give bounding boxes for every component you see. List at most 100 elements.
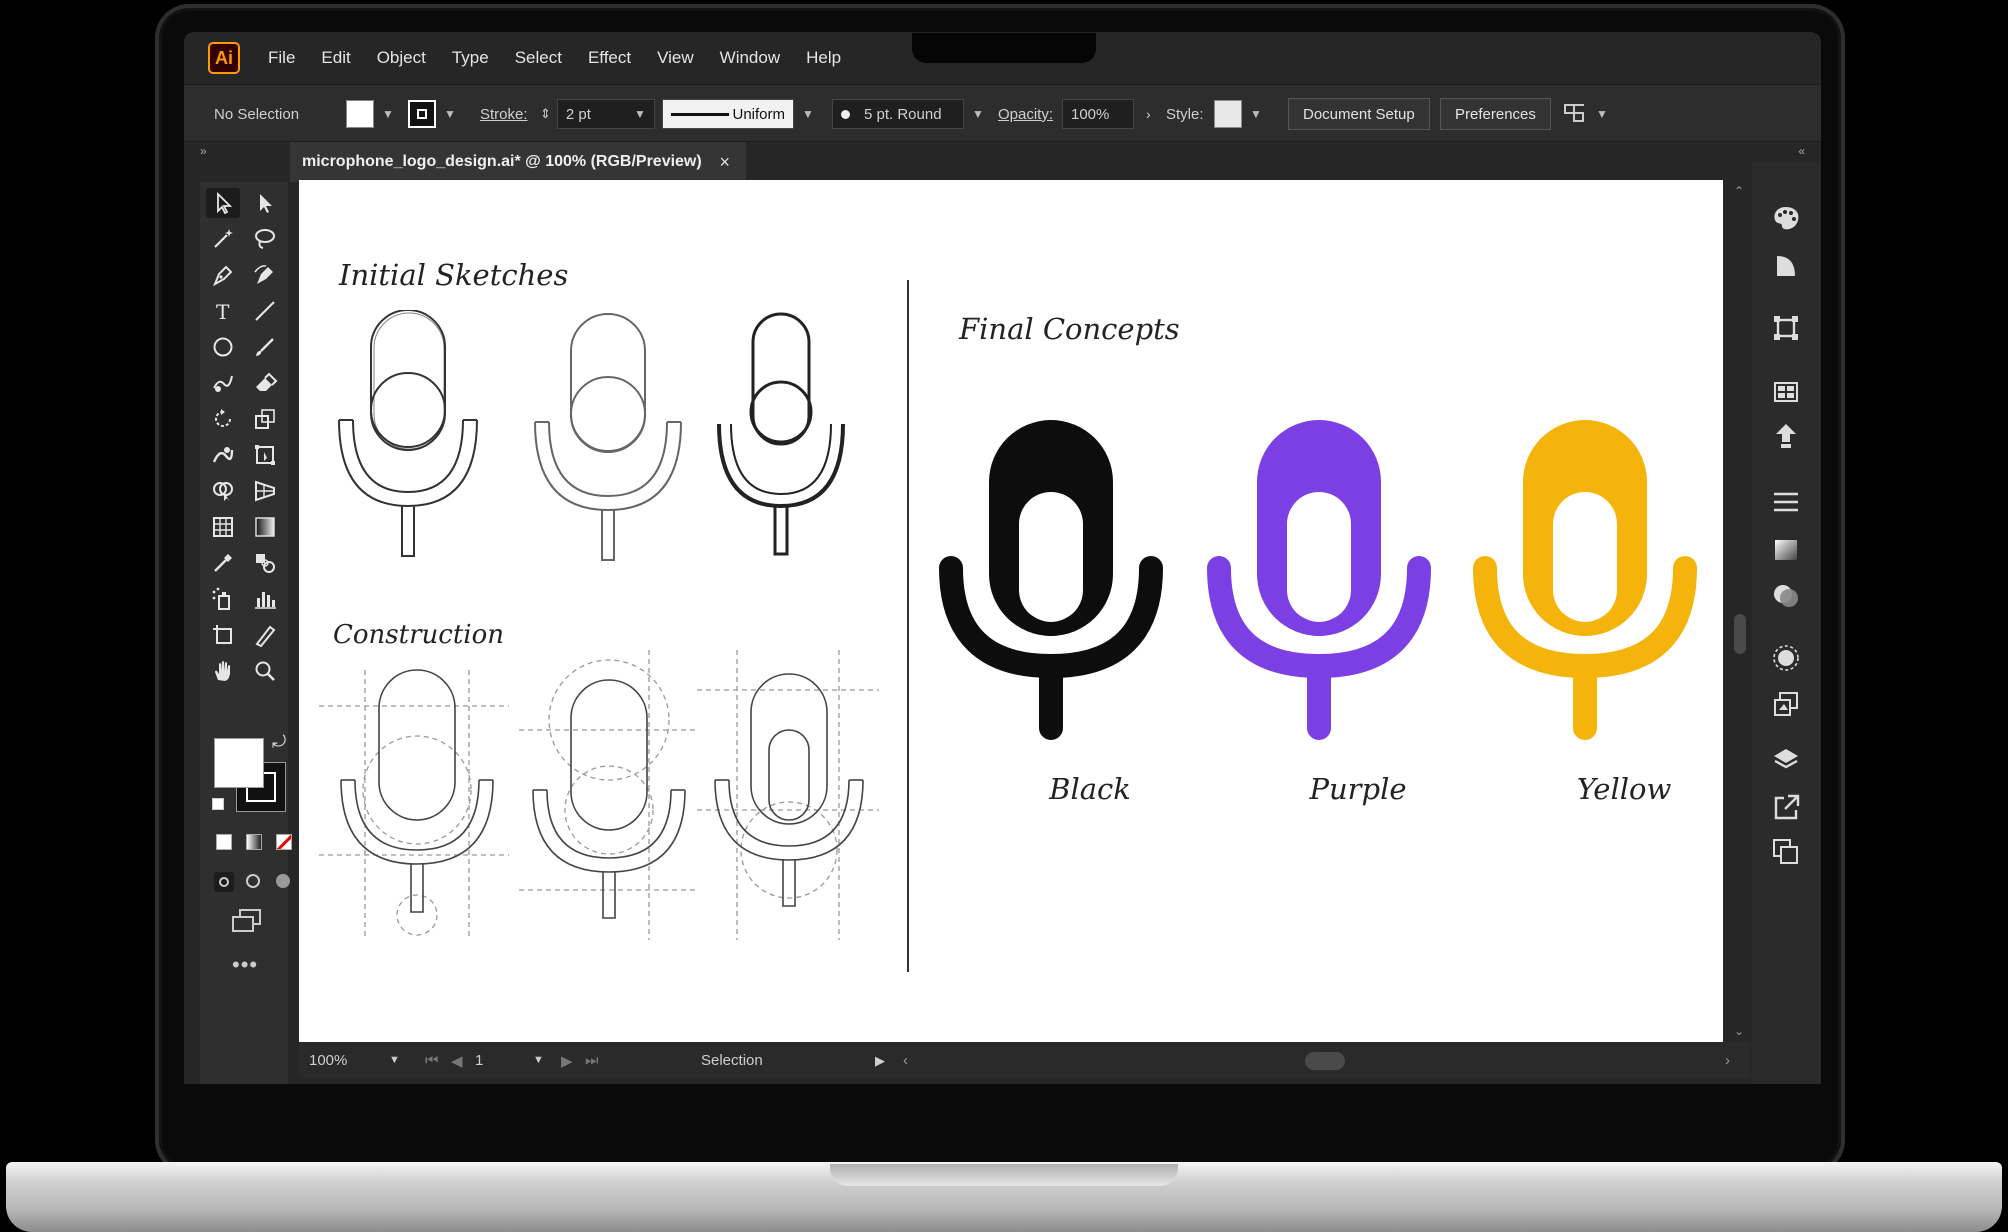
previous-artboard-icon[interactable]: ◀ — [451, 1052, 463, 1070]
menu-file[interactable]: File — [268, 48, 295, 68]
scroll-right-icon[interactable]: › — [1725, 1052, 1730, 1069]
chevron-down-icon[interactable]: ▼ — [802, 107, 814, 121]
default-colors-icon[interactable] — [212, 798, 224, 810]
draw-inside-icon[interactable] — [276, 874, 290, 888]
color-mode-icon[interactable] — [216, 834, 232, 850]
menu-type[interactable]: Type — [452, 48, 489, 68]
opacity-label[interactable]: Opacity: — [998, 99, 1053, 129]
stroke-profile-field[interactable]: Uniform — [662, 99, 794, 129]
mesh-tool-icon[interactable] — [206, 512, 240, 542]
export-icon[interactable] — [1770, 792, 1802, 824]
symbols-icon[interactable] — [1770, 420, 1802, 452]
menu-effect[interactable]: Effect — [588, 48, 631, 68]
column-graph-icon[interactable] — [248, 584, 282, 614]
vertical-scrollbar[interactable]: ⌃ ⌄ — [1729, 180, 1751, 1042]
menu-object[interactable]: Object — [377, 48, 426, 68]
shaper-tool-icon[interactable] — [206, 368, 240, 398]
zoom-level[interactable]: 100% — [309, 1052, 347, 1069]
zoom-tool-icon[interactable] — [248, 656, 282, 686]
arrange-documents-icon[interactable] — [1562, 102, 1588, 126]
arrange-control[interactable]: ▼ — [1562, 99, 1608, 129]
appearance-icon[interactable] — [1770, 642, 1802, 674]
chevron-down-icon[interactable]: ▼ — [972, 107, 984, 121]
swap-colors-icon[interactable]: ⤾ — [272, 732, 286, 752]
brush-field[interactable]: 5 pt. Round — [832, 99, 964, 129]
opacity-field[interactable]: 100% — [1062, 99, 1134, 129]
stroke-color-swatch[interactable] — [408, 100, 436, 128]
stroke-profile-control[interactable]: Uniform ▼ — [662, 99, 814, 129]
document-setup-button[interactable]: Document Setup — [1288, 98, 1430, 130]
menu-window[interactable]: Window — [720, 48, 780, 68]
artboards-panel-icon[interactable] — [1770, 836, 1802, 868]
scroll-thumb[interactable] — [1734, 614, 1746, 654]
scroll-up-icon[interactable]: ⌃ — [1734, 184, 1744, 198]
type-tool-icon[interactable]: T — [206, 296, 240, 326]
collapse-panels-icon[interactable]: « — [1798, 144, 1805, 158]
transform-icon[interactable] — [1770, 312, 1802, 344]
scroll-left-icon[interactable]: ‹ — [903, 1052, 908, 1069]
eyedropper-icon[interactable] — [206, 548, 240, 578]
gradient-tool-icon[interactable] — [248, 512, 282, 542]
opacity-control[interactable]: 100% › — [1062, 99, 1151, 129]
fill-color-box[interactable] — [214, 738, 264, 788]
collapse-toolbar-icon[interactable]: » — [200, 144, 207, 158]
artboard-number[interactable]: 1 — [475, 1052, 483, 1069]
graphic-styles-icon[interactable] — [1770, 688, 1802, 720]
stepper-icon[interactable]: ⇕ — [540, 106, 551, 122]
close-icon[interactable]: × — [719, 152, 730, 173]
swatches-icon[interactable] — [1770, 376, 1802, 408]
chevron-down-icon[interactable]: ▼ — [1250, 107, 1262, 121]
ellipse-tool-icon[interactable] — [206, 332, 240, 362]
status-menu-icon[interactable]: ▶ — [875, 1053, 885, 1069]
none-mode-icon[interactable] — [276, 834, 292, 850]
menu-edit[interactable]: Edit — [321, 48, 350, 68]
magic-wand-icon[interactable] — [206, 224, 240, 254]
chevron-down-icon[interactable]: ▼ — [1596, 107, 1608, 121]
stroke-weight-control[interactable]: ⇕ 2 pt ▼ — [540, 99, 655, 129]
color-guide-icon[interactable] — [1770, 250, 1802, 282]
stroke-panel-icon[interactable] — [1770, 486, 1802, 518]
stroke-label[interactable]: Stroke: — [480, 99, 528, 129]
pen-tool-icon[interactable] — [206, 260, 240, 290]
draw-behind-icon[interactable] — [246, 874, 260, 888]
paintbrush-icon[interactable] — [248, 332, 282, 362]
scroll-down-icon[interactable]: ⌄ — [1734, 1024, 1744, 1038]
chevron-down-icon[interactable]: ▼ — [382, 107, 394, 121]
chevron-down-icon[interactable]: ▼ — [634, 107, 646, 121]
hand-tool-icon[interactable] — [206, 656, 240, 686]
lasso-icon[interactable] — [248, 224, 282, 254]
shape-builder-icon[interactable] — [206, 476, 240, 506]
selection-tool-icon[interactable] — [206, 188, 240, 218]
line-tool-icon[interactable] — [248, 296, 282, 326]
transparency-icon[interactable] — [1770, 580, 1802, 612]
color-palette-icon[interactable] — [1770, 202, 1802, 234]
eraser-icon[interactable] — [248, 368, 282, 398]
next-artboard-icon[interactable]: ▶ — [561, 1052, 573, 1070]
warp-tool-icon[interactable] — [206, 440, 240, 470]
style-swatch[interactable] — [1214, 100, 1242, 128]
more-tools-icon[interactable]: ••• — [232, 952, 258, 978]
rotate-tool-icon[interactable] — [206, 404, 240, 434]
chevron-right-icon[interactable]: › — [1146, 106, 1151, 122]
artboard[interactable]: Initial Sketches Construction Final Conc… — [299, 180, 1723, 1042]
fill-color-swatch[interactable] — [346, 100, 374, 128]
screen-mode-icon[interactable] — [230, 908, 264, 936]
style-control[interactable]: ▼ — [1214, 99, 1262, 129]
menu-view[interactable]: View — [657, 48, 694, 68]
menu-help[interactable]: Help — [806, 48, 841, 68]
slice-tool-icon[interactable] — [248, 620, 282, 650]
fill-swatch[interactable]: ▼ — [346, 99, 394, 129]
draw-normal-icon[interactable] — [214, 872, 234, 892]
scale-tool-icon[interactable] — [248, 404, 282, 434]
blend-tool-icon[interactable] — [248, 548, 282, 578]
brush-control[interactable]: 5 pt. Round ▼ — [832, 99, 984, 129]
chevron-down-icon[interactable]: ▼ — [533, 1054, 544, 1066]
curvature-tool-icon[interactable] — [248, 260, 282, 290]
chevron-down-icon[interactable]: ▼ — [389, 1054, 400, 1066]
free-transform-icon[interactable] — [248, 440, 282, 470]
stroke-swatch[interactable]: ▼ — [408, 99, 456, 129]
symbol-sprayer-icon[interactable] — [206, 584, 240, 614]
artboard-tool-icon[interactable] — [206, 620, 240, 650]
document-tab[interactable]: microphone_logo_design.ai* @ 100% (RGB/P… — [290, 142, 746, 182]
gradient-panel-icon[interactable] — [1770, 534, 1802, 566]
